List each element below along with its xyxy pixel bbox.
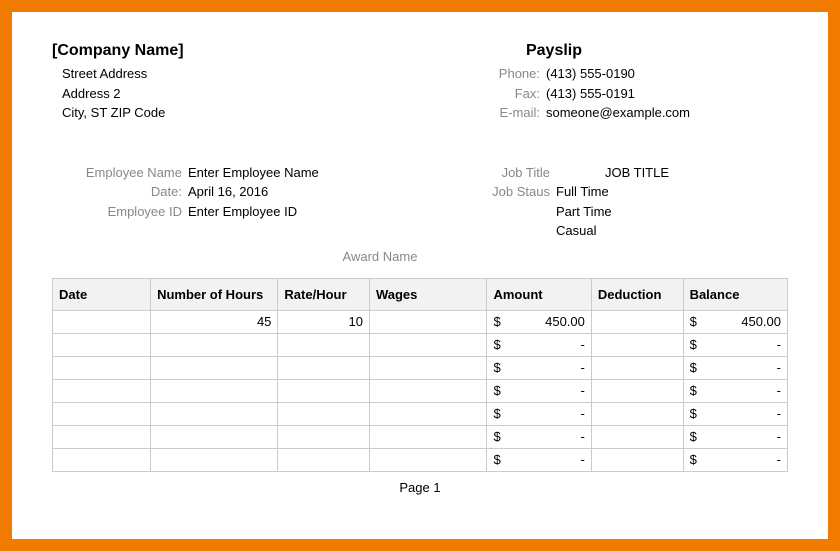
col-header-balance: Balance [683, 278, 787, 310]
col-header-wages: Wages [369, 278, 487, 310]
header: [Company Name] Street Address Address 2 … [52, 42, 788, 123]
employee-section: Employee Name Enter Employee Name Date: … [52, 163, 788, 241]
cell [369, 425, 487, 448]
table-row: $- $- [53, 356, 788, 379]
fax-value: (413) 555-0191 [546, 84, 788, 104]
cell: $- [487, 379, 591, 402]
col-header-deduction: Deduction [591, 278, 683, 310]
payslip-document: [Company Name] Street Address Address 2 … [0, 0, 840, 551]
table-row: $- $- [53, 425, 788, 448]
employee-name-label: Employee Name [52, 163, 188, 183]
job-title-label: Job Title [420, 163, 556, 183]
cell [369, 356, 487, 379]
cell [53, 448, 151, 471]
table-row: 4510 $450.00 $450.00 [53, 310, 788, 333]
table-row: $- $- [53, 379, 788, 402]
cell [151, 379, 278, 402]
company-block: [Company Name] Street Address Address 2 … [52, 42, 420, 123]
company-name: [Company Name] [52, 42, 420, 60]
job-status-value-1: Part Time [556, 202, 788, 222]
employee-date-value: April 16, 2016 [188, 182, 420, 202]
cell [53, 425, 151, 448]
cell [278, 356, 370, 379]
table-row: $- $- [53, 333, 788, 356]
cell [369, 448, 487, 471]
cell [151, 448, 278, 471]
cell: $- [683, 448, 787, 471]
cell [278, 333, 370, 356]
table-row: $- $- [53, 448, 788, 471]
address-line-3: City, ST ZIP Code [52, 103, 420, 123]
cell [591, 333, 683, 356]
cell [53, 333, 151, 356]
cell [151, 333, 278, 356]
job-title-value: JOB TITLE [556, 163, 788, 183]
cell: $- [683, 379, 787, 402]
page-number: Page 1 [52, 480, 788, 495]
cell: $- [683, 425, 787, 448]
contact-block: Payslip Phone: (413) 555-0190 Fax: (413)… [420, 42, 788, 123]
cell [278, 425, 370, 448]
cell [151, 425, 278, 448]
award-name-label: Award Name [52, 249, 788, 264]
payslip-title: Payslip [420, 42, 788, 60]
cell: 10 [278, 310, 370, 333]
employee-name-value: Enter Employee Name [188, 163, 420, 183]
cell [369, 379, 487, 402]
cell [591, 356, 683, 379]
cell: 45 [151, 310, 278, 333]
cell: $- [683, 402, 787, 425]
phone-value: (413) 555-0190 [546, 64, 788, 84]
job-status-value-0: Full Time [556, 182, 788, 202]
cell: $- [487, 448, 591, 471]
cell [53, 402, 151, 425]
cell [369, 333, 487, 356]
email-label: E-mail: [420, 103, 546, 123]
cell [591, 402, 683, 425]
table-row: $- $- [53, 402, 788, 425]
address-line-1: Street Address [52, 64, 420, 84]
employee-left: Employee Name Enter Employee Name Date: … [52, 163, 420, 241]
col-header-hours: Number of Hours [151, 278, 278, 310]
cell: $- [487, 425, 591, 448]
phone-label: Phone: [420, 64, 546, 84]
cell: $450.00 [487, 310, 591, 333]
cell: $- [487, 402, 591, 425]
job-status-value-2: Casual [556, 221, 788, 241]
cell [53, 310, 151, 333]
payslip-table: Date Number of Hours Rate/Hour Wages Amo… [52, 278, 788, 472]
cell: $- [683, 333, 787, 356]
cell [278, 402, 370, 425]
col-header-amount: Amount [487, 278, 591, 310]
col-header-rate: Rate/Hour [278, 278, 370, 310]
employee-id-value: Enter Employee ID [188, 202, 420, 222]
cell [53, 356, 151, 379]
cell [151, 356, 278, 379]
cell [151, 402, 278, 425]
col-header-date: Date [53, 278, 151, 310]
fax-label: Fax: [420, 84, 546, 104]
cell [278, 379, 370, 402]
employee-id-label: Employee ID [52, 202, 188, 222]
cell: $- [487, 333, 591, 356]
cell [278, 448, 370, 471]
cell [591, 448, 683, 471]
cell [369, 402, 487, 425]
address-line-2: Address 2 [52, 84, 420, 104]
email-value: someone@example.com [546, 103, 788, 123]
cell [591, 425, 683, 448]
job-status-label: Job Staus [420, 182, 556, 202]
employee-date-label: Date: [52, 182, 188, 202]
cell [591, 310, 683, 333]
cell [591, 379, 683, 402]
cell: $- [683, 356, 787, 379]
cell [53, 379, 151, 402]
employee-right: Job Title JOB TITLE Job Staus Full Time … [420, 163, 788, 241]
cell [369, 310, 487, 333]
cell: $- [487, 356, 591, 379]
cell: $450.00 [683, 310, 787, 333]
